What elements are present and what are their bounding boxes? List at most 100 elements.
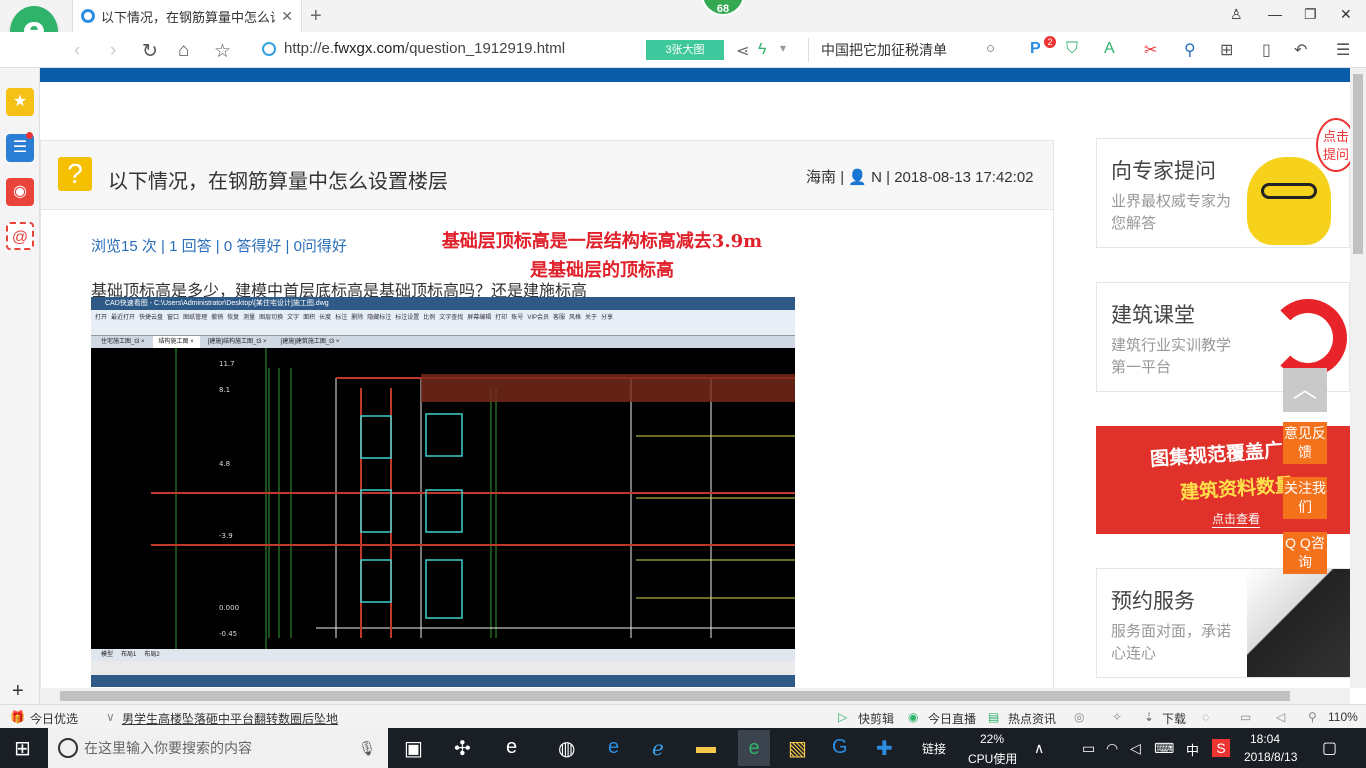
cad-title-bar-2	[91, 675, 795, 687]
weibo-icon[interactable]: ◉	[6, 178, 34, 206]
network-label[interactable]: 链接	[922, 740, 946, 757]
feedback-button[interactable]: 意见反馈	[1283, 422, 1327, 464]
cad-ribbon: 打开 最近打开 快捷云盘 窗口 图纸管理 撤销 恢复 测量 图层切换 文字 面积 长度 标注 删除 隐藏标注…	[91, 310, 795, 336]
cad-drawing-image[interactable]: CAD快速看图 - C:\Users\Administrator\Desktop…	[91, 297, 795, 687]
cad-ribbon-item: 客服	[553, 315, 566, 321]
tools-icon[interactable]: ✧	[1112, 710, 1122, 724]
scroll-thumb[interactable]	[60, 691, 1290, 701]
speed-icon[interactable]: ◎	[1074, 710, 1084, 724]
new-tab-button[interactable]: +	[310, 5, 322, 28]
status-item-news[interactable]: 热点资讯	[1008, 710, 1056, 727]
tray-up-icon[interactable]: ∧	[1034, 740, 1044, 757]
card-appointment[interactable]: 预约服务 服务面对面，承诺心连心	[1096, 568, 1351, 678]
sogou-icon[interactable]: S	[1212, 739, 1230, 757]
apps-grid-icon[interactable]: ⊞	[1220, 40, 1233, 60]
cad-layout-tab: 布局1	[121, 652, 137, 658]
search-icon[interactable]: ○	[986, 40, 995, 57]
headline-link[interactable]: 男学生高楼坠落砸中平台翻转数圈后坠地	[122, 710, 338, 727]
magnifier-icon[interactable]: ⚲	[1184, 40, 1196, 60]
ad-line-2: 建筑资料数量	[1179, 475, 1295, 504]
zoom-level[interactable]: 110%	[1328, 710, 1358, 724]
notes-app-icon[interactable]: ▧	[788, 736, 807, 761]
g-app-icon[interactable]: G	[832, 736, 848, 759]
tablet-icon[interactable]: ▯	[1262, 40, 1271, 60]
home-icon[interactable]: ⌂	[178, 40, 189, 62]
follow-us-button[interactable]: 关注我们	[1283, 477, 1327, 519]
status-item-download[interactable]: 下载	[1162, 710, 1186, 727]
task-view-icon[interactable]: ▣	[404, 736, 423, 761]
mute-icon[interactable]: ◁	[1276, 710, 1285, 724]
clock-date[interactable]: 2018/8/13	[1244, 750, 1297, 764]
edge-app-icon[interactable]: e	[608, 736, 619, 759]
fan-app-icon[interactable]: ✣	[454, 736, 471, 761]
lightning-icon[interactable]: ϟ	[758, 41, 766, 59]
refresh-icon[interactable]: ↻	[142, 40, 158, 63]
close-window-button[interactable]: ✕	[1340, 6, 1352, 23]
window-icon[interactable]: ▭	[1240, 710, 1251, 724]
horizontal-scrollbar[interactable]	[40, 688, 1350, 704]
battery-icon[interactable]: ▭	[1082, 740, 1095, 757]
question-mark-icon: ?	[58, 157, 92, 191]
share-icon[interactable]: ⋖	[736, 41, 749, 61]
chevron-down-icon[interactable]: ▾	[780, 41, 786, 55]
shield-icon[interactable]: ⛉	[1066, 40, 1078, 58]
file-explorer-icon[interactable]: ▬	[696, 736, 716, 759]
cad-elevation-label: 0.000	[219, 604, 239, 612]
search-input[interactable]: 中国把它加征税清单	[808, 38, 1008, 62]
back-icon[interactable]: ‹	[74, 40, 80, 62]
shirt-skin-icon[interactable]: ♙	[1230, 6, 1243, 23]
cad-ribbon-item: 关于	[585, 315, 598, 321]
forward-icon[interactable]: ›	[110, 40, 116, 62]
keyboard-icon[interactable]: ⌨	[1154, 740, 1174, 757]
translate-icon[interactable]: A	[1104, 40, 1115, 58]
question-stats[interactable]: 浏览15 次 | 1 回答 | 0 答得好 | 0问得好	[91, 235, 347, 256]
ip-plugin-icon[interactable]: P	[1030, 40, 1041, 58]
undo-icon[interactable]: ↶	[1294, 40, 1307, 60]
ime-indicator[interactable]: 中	[1186, 740, 1199, 759]
card-title: 向专家提问	[1111, 160, 1216, 183]
minimize-button[interactable]: —	[1268, 6, 1282, 22]
url-path: /question_1912919.html	[404, 40, 566, 57]
zoom-icon: ⚲	[1308, 710, 1317, 724]
email-at-icon[interactable]: @	[6, 222, 34, 250]
left-sidebar	[0, 68, 40, 708]
user-icon: 👤	[848, 169, 867, 186]
scroll-thumb[interactable]	[1353, 74, 1363, 254]
url-field[interactable]: http://e. fwxgx.com/question_1912919.html	[262, 40, 565, 57]
restore-button[interactable]: ❐	[1304, 6, 1317, 23]
ad-link[interactable]: 点击查看	[1212, 510, 1261, 528]
windows-start-icon[interactable]: ⊞	[14, 736, 31, 761]
clip-icon: ▷	[838, 710, 848, 724]
taskbar-search-input[interactable]: 在这里输入你要搜索的内容 🎙	[48, 728, 388, 768]
active-browser-icon[interactable]: e	[738, 730, 770, 766]
card-ask-expert[interactable]: 向专家提问 业界最权威专家为您解答	[1096, 138, 1350, 248]
question-user[interactable]: N	[871, 169, 882, 186]
add-panel-icon[interactable]: +	[12, 680, 24, 703]
cad-ribbon-item: 比例	[423, 315, 436, 321]
today-pick[interactable]: 今日优选	[30, 710, 78, 727]
plus-app-icon[interactable]: ✚	[876, 736, 893, 761]
volume-icon[interactable]: ◁	[1130, 740, 1141, 757]
wifi-icon[interactable]: ◠	[1106, 740, 1118, 757]
menu-icon[interactable]: ☰	[1336, 40, 1350, 60]
cad-title: CAD快速看图 - C:\Users\Administrator\Desktop…	[91, 297, 795, 310]
back-to-top-icon[interactable]: ︿	[1283, 368, 1327, 412]
status-item-live[interactable]: 今日直播	[928, 710, 976, 727]
scissors-icon[interactable]: ✂	[1144, 40, 1157, 60]
browser-app-icon[interactable]: e	[506, 736, 517, 759]
favorites-star-icon[interactable]: ★	[6, 88, 34, 116]
microphone-icon[interactable]: 🎙	[358, 728, 376, 768]
cleanup-icon[interactable]: ◌	[1202, 710, 1209, 724]
chrome-app-icon[interactable]: ◍	[558, 736, 575, 761]
favorite-star-icon[interactable]: ☆	[214, 40, 231, 63]
status-item-clip[interactable]: 快剪辑	[858, 710, 894, 727]
ie-app-icon[interactable]: ℯ	[652, 736, 664, 761]
big-image-button[interactable]: 3张大图	[646, 40, 724, 60]
clock-time[interactable]: 18:04	[1250, 732, 1280, 746]
cad-ribbon-item: 撤销	[211, 315, 224, 321]
browser-tab[interactable]: 以下情况，在钢筋算量中怎么设置 ✕	[72, 0, 302, 32]
notifications-icon[interactable]: ▢	[1322, 738, 1337, 758]
qq-consult-button[interactable]: Q Q咨询	[1283, 532, 1327, 574]
close-tab-icon[interactable]: ✕	[281, 8, 293, 25]
vertical-scrollbar[interactable]	[1350, 68, 1366, 688]
